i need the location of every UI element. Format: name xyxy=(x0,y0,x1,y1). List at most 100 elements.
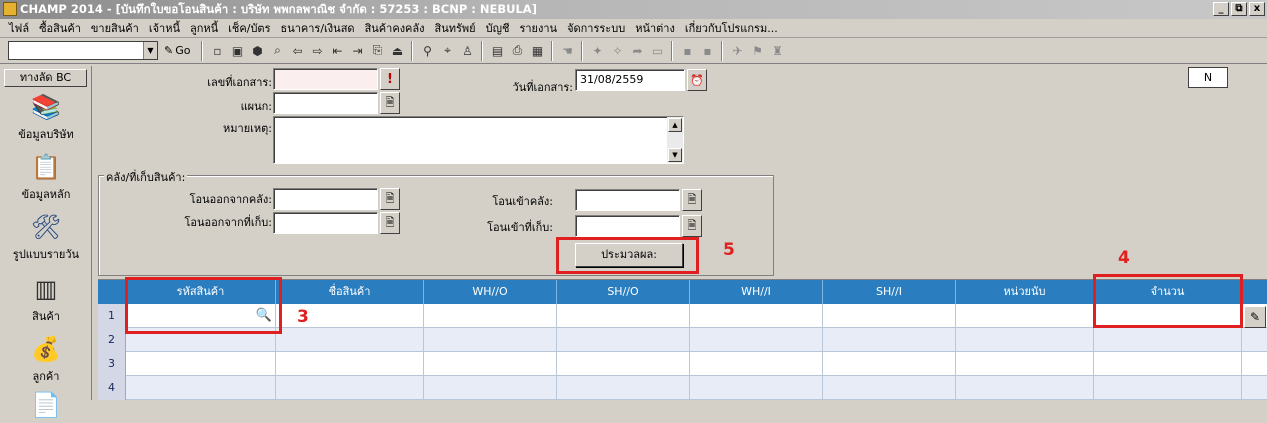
quick-search-combo[interactable]: ▼ xyxy=(8,41,158,60)
menu-item-purchase[interactable]: ซื้อสินค้า xyxy=(34,19,86,37)
menu-item-reports[interactable]: รายงาน xyxy=(514,19,562,37)
dept-input[interactable] xyxy=(273,92,378,114)
pencil-edit-icon[interactable]: ✎ xyxy=(1244,306,1266,328)
to-warehouse-lookup-icon[interactable]: 🗎 xyxy=(682,189,702,211)
scroll-down-icon[interactable]: ▼ xyxy=(668,148,682,162)
col-sh-out[interactable]: SH//O xyxy=(557,280,690,304)
tool-icon-5[interactable]: ▪ xyxy=(678,42,696,60)
hand-icon[interactable]: ☚ xyxy=(558,42,576,60)
unit-cell[interactable] xyxy=(956,304,1094,328)
menu-item-file[interactable]: ไฟล์ xyxy=(4,19,34,37)
sidebar-item-product[interactable]: ▥ สินค้า xyxy=(0,274,92,325)
product-name-cell[interactable] xyxy=(276,376,424,400)
scroll-up-icon[interactable]: ▲ xyxy=(668,118,682,132)
product-code-cell[interactable] xyxy=(126,376,276,400)
arrow-right-icon[interactable]: ⇨ xyxy=(308,42,326,60)
menu-item-system[interactable]: จัดการระบบ xyxy=(562,19,630,37)
minimize-button[interactable]: _ xyxy=(1213,2,1229,16)
col-product-name[interactable]: ชื่อสินค้า xyxy=(276,280,424,304)
wh-in-cell[interactable] xyxy=(690,352,823,376)
sh-out-cell[interactable] xyxy=(557,328,690,352)
tool-icon-1[interactable]: ✦ xyxy=(588,42,606,60)
menu-item-accounts[interactable]: บัญชี xyxy=(481,19,515,37)
user-icon[interactable]: ♙ xyxy=(458,42,476,60)
sh-out-cell[interactable] xyxy=(557,376,690,400)
sidebar-item-company[interactable]: 📚 ข้อมูลบริษัท xyxy=(0,92,92,143)
from-shelf-input[interactable] xyxy=(273,212,378,234)
first-record-icon[interactable]: ⇤ xyxy=(328,42,346,60)
unit-cell[interactable] xyxy=(956,328,1094,352)
menu-item-sales[interactable]: ขายสินค้า xyxy=(86,19,144,37)
tool-icon-6[interactable]: ▪ xyxy=(698,42,716,60)
find-icon[interactable]: ⌖ xyxy=(438,42,456,60)
table-row[interactable]: 3 xyxy=(98,352,1267,376)
sidebar-item-customer[interactable]: 💰 ลูกค้า xyxy=(0,334,92,385)
from-warehouse-lookup-icon[interactable]: 🗎 xyxy=(380,188,400,210)
wh-in-cell[interactable] xyxy=(690,304,823,328)
product-name-cell[interactable] xyxy=(276,352,424,376)
calculator-icon[interactable]: ▤ xyxy=(488,42,506,60)
menu-item-bank[interactable]: ธนาคาร/เงินสด xyxy=(275,19,359,37)
quantity-cell[interactable] xyxy=(1094,352,1242,376)
close-button[interactable]: x xyxy=(1249,2,1265,16)
sh-out-cell[interactable] xyxy=(557,304,690,328)
sh-in-cell[interactable] xyxy=(823,352,956,376)
col-sh-in[interactable]: SH//I xyxy=(823,280,956,304)
col-wh-out[interactable]: WH//O xyxy=(424,280,557,304)
menu-item-inventory[interactable]: สินค้าคงคลัง xyxy=(360,19,430,37)
to-shelf-input[interactable] xyxy=(575,215,680,237)
menu-item-assets[interactable]: สินทรัพย์ xyxy=(430,19,481,37)
sh-out-cell[interactable] xyxy=(557,352,690,376)
sidebar-item-partial[interactable]: 📄 xyxy=(0,390,92,423)
doc-no-input[interactable] xyxy=(273,68,378,90)
save-icon[interactable]: ▣ xyxy=(228,42,246,60)
wh-out-cell[interactable] xyxy=(424,304,557,328)
unit-cell[interactable] xyxy=(956,376,1094,400)
restore-button[interactable]: ⧉ xyxy=(1231,2,1247,16)
product-code-cell[interactable] xyxy=(126,352,276,376)
sidebar-header[interactable]: ทางลัด BC xyxy=(4,69,87,87)
copy-icon[interactable]: ⎘ xyxy=(368,42,386,60)
sidebar-item-master-data[interactable]: 📋 ข้อมูลหลัก xyxy=(0,152,92,203)
sh-in-cell[interactable] xyxy=(823,376,956,400)
sh-in-cell[interactable] xyxy=(823,304,956,328)
col-unit[interactable]: หน่วยนับ xyxy=(956,280,1094,304)
chevron-down-icon[interactable]: ▼ xyxy=(143,42,157,59)
arrow-left-icon[interactable]: ⇦ xyxy=(288,42,306,60)
attach-icon[interactable]: ⚲ xyxy=(418,42,436,60)
wh-out-cell[interactable] xyxy=(424,352,557,376)
wh-out-cell[interactable] xyxy=(424,328,557,352)
from-warehouse-input[interactable] xyxy=(273,188,378,210)
col-wh-in[interactable]: WH//I xyxy=(690,280,823,304)
sidebar-item-daily-format[interactable]: 🛠 รูปแบบรายวัน xyxy=(0,212,92,263)
tool-icon-8[interactable]: ⚑ xyxy=(748,42,766,60)
menu-item-cheque[interactable]: เช็ค/บัตร xyxy=(223,19,275,37)
print-icon[interactable]: ⎙ xyxy=(508,42,526,60)
quantity-cell[interactable] xyxy=(1094,328,1242,352)
menu-item-about[interactable]: เกี่ยวกับโปรแกรม... xyxy=(680,19,783,37)
delete-icon[interactable]: ⬢ xyxy=(248,42,266,60)
product-name-cell[interactable] xyxy=(276,328,424,352)
quantity-cell[interactable] xyxy=(1094,376,1242,400)
preview-icon[interactable]: ▦ xyxy=(528,42,546,60)
wh-out-cell[interactable] xyxy=(424,376,557,400)
wh-in-cell[interactable] xyxy=(690,376,823,400)
exit-icon[interactable]: ⏏ xyxy=(388,42,406,60)
from-shelf-lookup-icon[interactable]: 🗎 xyxy=(380,212,400,234)
search-icon[interactable]: ⌕ xyxy=(268,42,286,60)
tool-icon-7[interactable]: ✈ xyxy=(728,42,746,60)
menu-item-creditor[interactable]: เจ้าหนี้ xyxy=(144,19,185,37)
unit-cell[interactable] xyxy=(956,352,1094,376)
new-icon[interactable]: ▫ xyxy=(208,42,226,60)
wh-in-cell[interactable] xyxy=(690,328,823,352)
menu-item-debtor[interactable]: ลูกหนี้ xyxy=(185,19,223,37)
tool-icon-3[interactable]: ➦ xyxy=(628,42,646,60)
table-row[interactable]: 4 xyxy=(98,376,1267,400)
sh-in-cell[interactable] xyxy=(823,328,956,352)
to-shelf-lookup-icon[interactable]: 🗎 xyxy=(682,215,702,237)
menu-item-window[interactable]: หน้าต่าง xyxy=(630,19,680,37)
calendar-icon[interactable]: ⏰ xyxy=(687,69,707,91)
last-record-icon[interactable]: ⇥ xyxy=(348,42,366,60)
tool-icon-9[interactable]: ♜ xyxy=(768,42,786,60)
tool-icon-4[interactable]: ▭ xyxy=(648,42,666,60)
